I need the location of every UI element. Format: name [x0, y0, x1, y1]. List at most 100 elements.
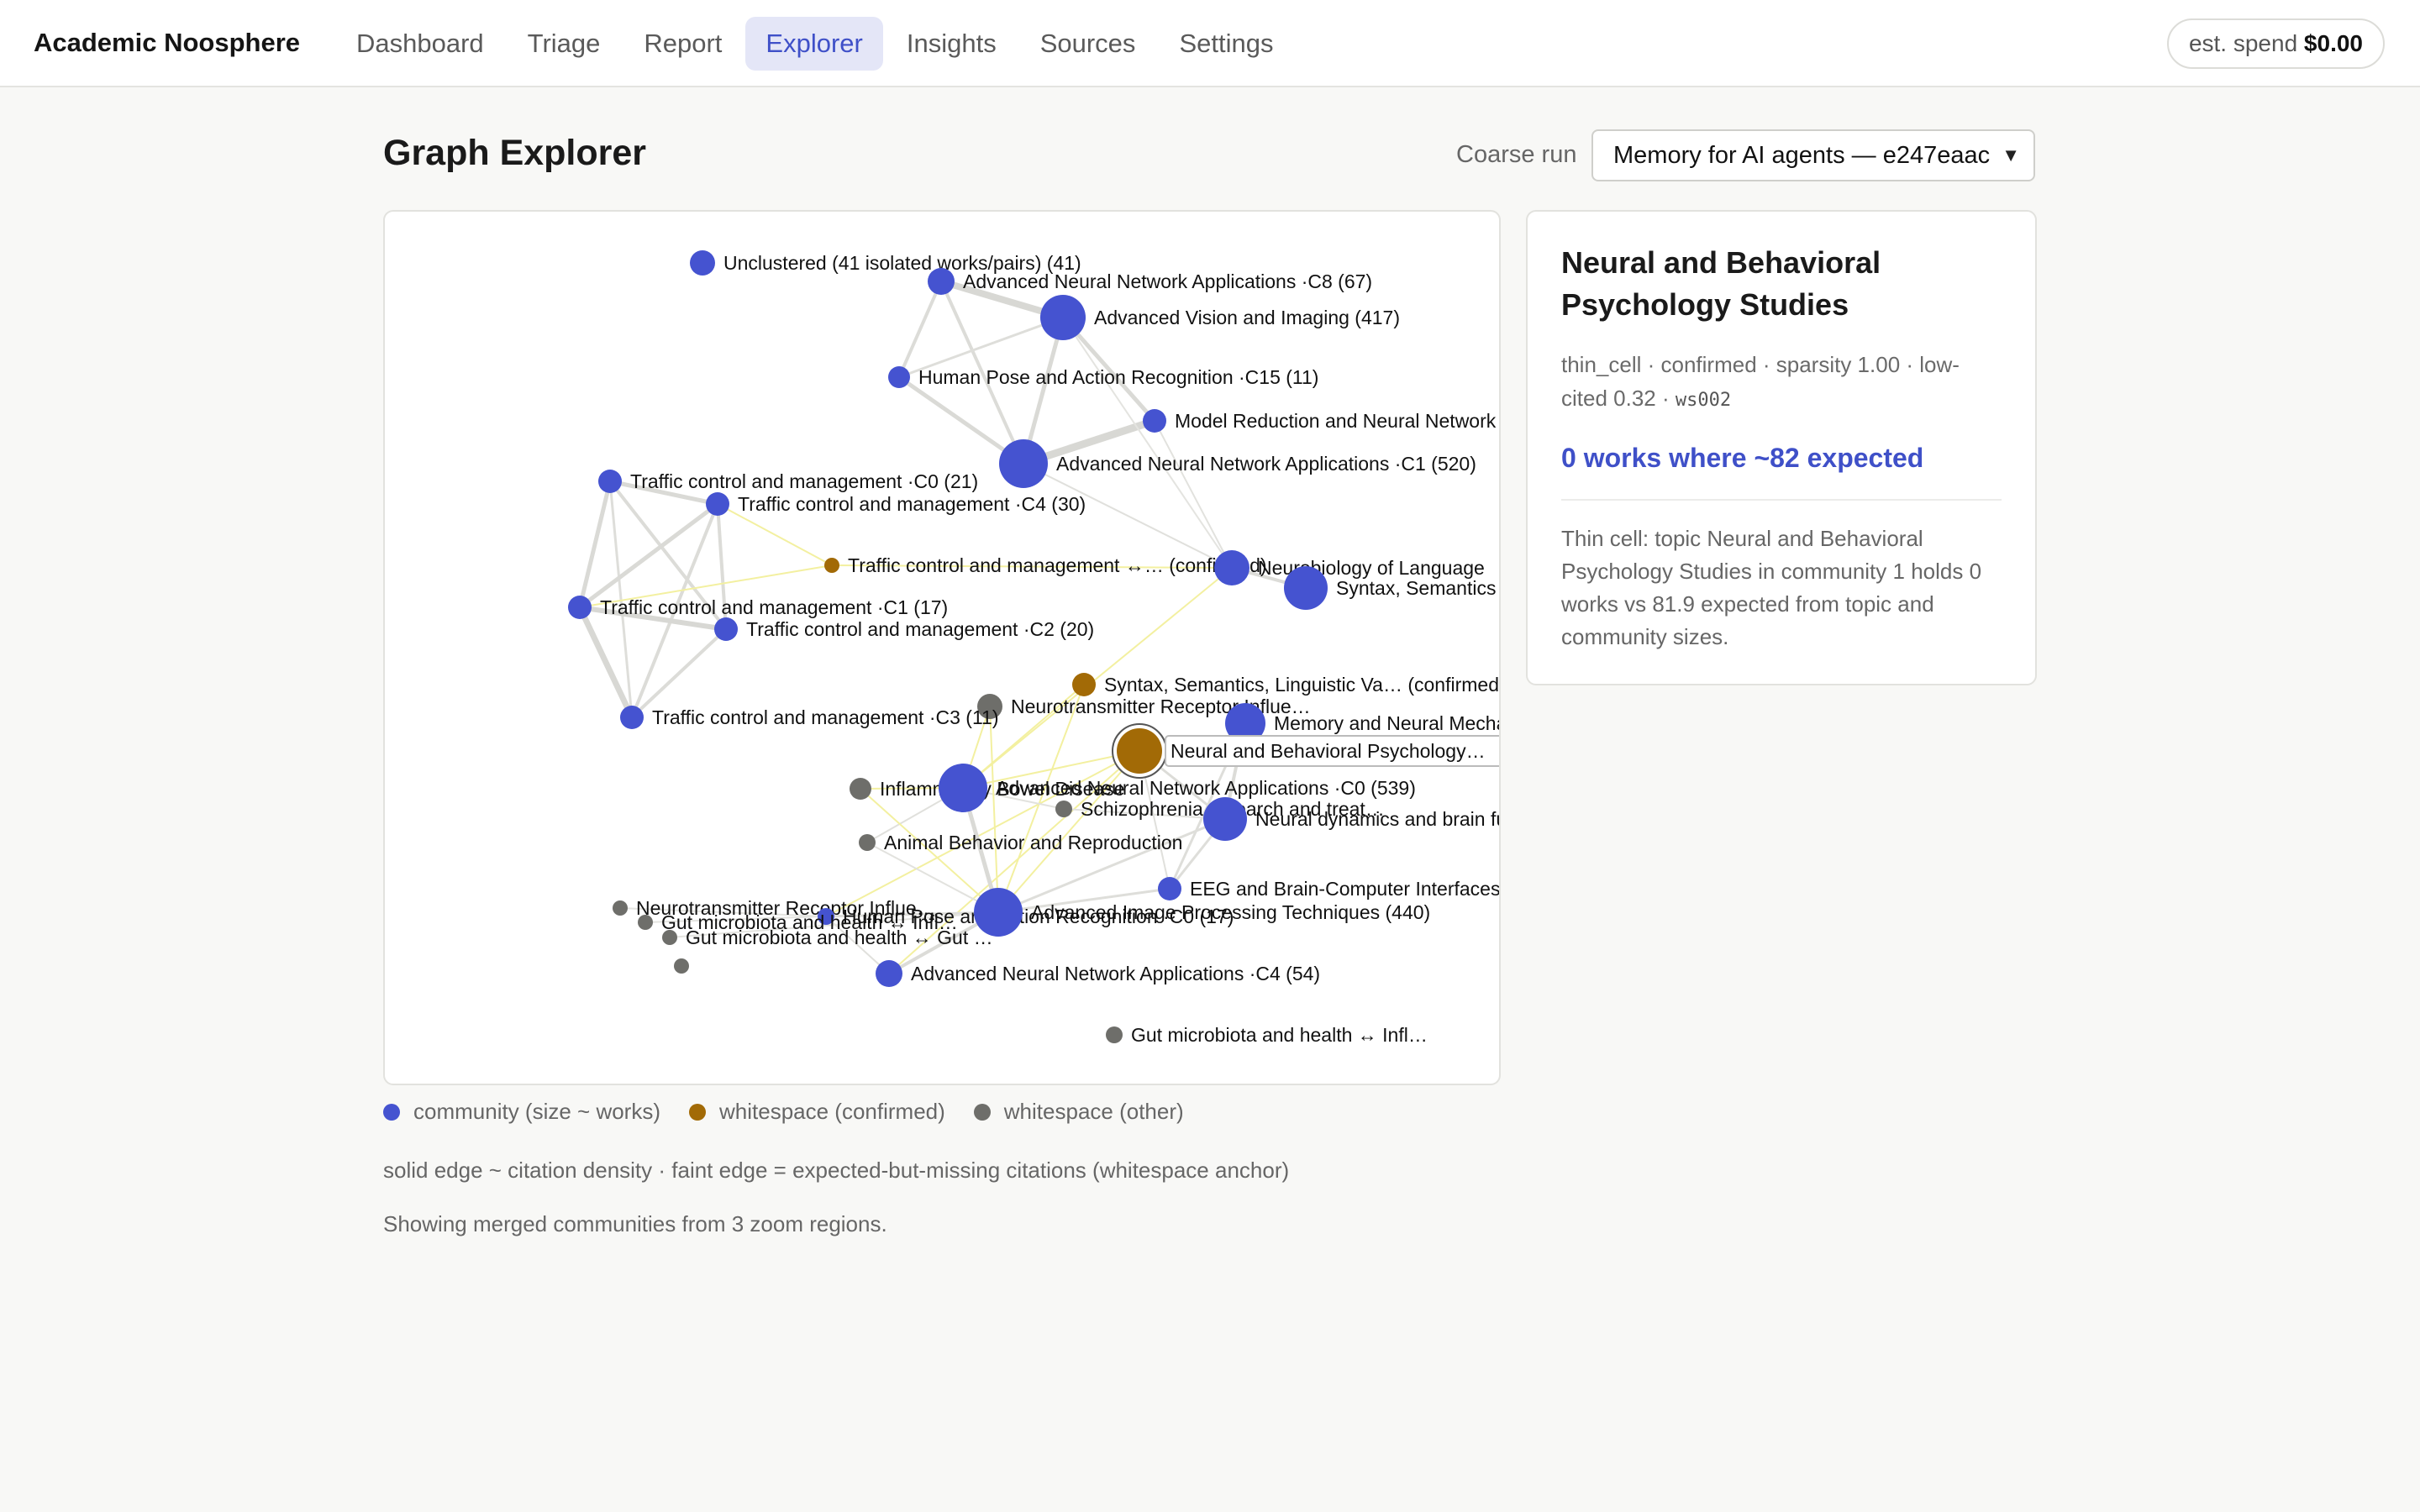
graph-canvas[interactable]: Unclustered (41 isolated works/pairs) (4… [383, 210, 1501, 1085]
node-circle[interactable] [690, 250, 715, 276]
node-circle[interactable] [1214, 550, 1249, 585]
legend-item-confirmed: whitespace (confirmed) [689, 1099, 945, 1125]
node-label: Advanced Neural Network Applications ·C0… [996, 777, 1416, 799]
node-label: Traffic control and management ·C3 (11) [652, 706, 998, 728]
detail-description: Thin cell: topic Neural and Behavioral P… [1561, 499, 2002, 654]
node-circle[interactable] [1072, 673, 1096, 696]
main-nav: Dashboard Triage Report Explorer Insight… [336, 17, 1297, 71]
node-label: Neural dynamics and brain function [1255, 808, 1499, 830]
nav-settings[interactable]: Settings [1159, 17, 1293, 71]
node-circle[interactable] [662, 930, 677, 945]
graph-node-confirmed[interactable]: Traffic control and management ↔… (confi… [824, 554, 1267, 576]
node-circle[interactable] [928, 268, 955, 295]
top-nav-bar: Academic Noosphere Dashboard Triage Repo… [0, 0, 2420, 87]
graph-node-community[interactable]: Traffic control and management ·C2 (20) [714, 617, 1094, 641]
graph-edge [897, 280, 943, 379]
node-label: Advanced Neural Network Applications ·C4… [911, 963, 1320, 984]
node-circle[interactable] [568, 596, 592, 619]
detail-title: Neural and Behavioral Psychology Studies [1561, 245, 1881, 322]
graph-node-other[interactable]: Animal Behavior and Reproduction [859, 832, 1182, 853]
graph-node-community[interactable]: Traffic control and management ·C3 (11) [620, 706, 998, 729]
node-circle[interactable] [1040, 295, 1086, 340]
detail-headline: 0 works where ~82 expected [1561, 443, 1924, 473]
node-circle[interactable] [876, 960, 902, 987]
node-label: Neurotransmitter Receptor Influe… [1011, 696, 1311, 717]
nav-explorer[interactable]: Explorer [745, 17, 883, 71]
nav-dashboard[interactable]: Dashboard [336, 17, 504, 71]
chevron-down-icon: ▼ [2002, 144, 2020, 165]
node-circle[interactable] [1117, 728, 1162, 774]
node-label: Traffic control and management ·C0 (21) [630, 470, 978, 492]
graph-node-other[interactable]: Gut microbiota and health ↔ Infl… [1106, 1024, 1428, 1046]
detail-meta: thin_cell · confirmed · sparsity 1.00 · … [1561, 348, 2002, 417]
node-label: Syntax, Semantics [1336, 577, 1496, 599]
graph-node-community[interactable]: Advanced Vision and Imaging (417) [1040, 295, 1400, 340]
detail-meta-text: thin_cell · confirmed · sparsity 1.00 · … [1561, 352, 1960, 411]
graph-node-community[interactable]: Traffic control and management ·C1 (17) [568, 596, 948, 619]
nav-triage[interactable]: Triage [508, 17, 621, 71]
node-circle[interactable] [1158, 877, 1181, 900]
legend-label: whitespace (confirmed) [719, 1099, 945, 1124]
graph-node-community[interactable]: Traffic control and management ·C4 (30) [706, 492, 1086, 516]
node-circle[interactable] [598, 470, 622, 493]
node-circle[interactable] [888, 366, 910, 388]
node-circle[interactable] [1203, 797, 1247, 841]
node-detail-panel: Neural and Behavioral Psychology Studies… [1526, 210, 2037, 685]
graph-node-community[interactable]: Traffic control and management ·C0 (21) [598, 470, 978, 493]
graph-node-other[interactable] [674, 958, 689, 974]
node-label: Human Pose and Action Recognition ·C15 (… [918, 366, 1318, 388]
nav-report[interactable]: Report [623, 17, 742, 71]
node-label: Gut microbiota and health ↔ Infl… [1131, 1024, 1428, 1046]
graph-node-community[interactable]: Model Reduction and Neural Network [1143, 409, 1497, 433]
node-label: Advanced Image Processing Techniques (44… [1031, 901, 1430, 923]
node-circle[interactable] [613, 900, 628, 916]
run-select[interactable]: Memory for AI agents — e247eaac ▼ [1591, 129, 2035, 181]
spend-badge: est. spend $0.00 [2166, 18, 2385, 69]
node-circle[interactable] [674, 958, 689, 974]
node-circle[interactable] [859, 834, 876, 851]
node-label: Model Reduction and Neural Network [1175, 410, 1497, 432]
nav-insights[interactable]: Insights [886, 17, 1017, 71]
graph-svg[interactable]: Unclustered (41 isolated works/pairs) (4… [385, 212, 1499, 1084]
graph-edge [630, 627, 728, 719]
node-label: Traffic control and management ·C1 (17) [600, 596, 948, 618]
node-circle[interactable] [620, 706, 644, 729]
legend-label: whitespace (other) [1003, 1099, 1184, 1124]
node-label: Advanced Vision and Imaging (417) [1094, 307, 1400, 328]
node-circle[interactable] [1143, 409, 1166, 433]
nav-sources[interactable]: Sources [1020, 17, 1156, 71]
app-brand[interactable]: Academic Noosphere [34, 0, 300, 86]
node-circle[interactable] [850, 778, 871, 800]
other-dot-icon [973, 1103, 991, 1121]
node-circle[interactable] [1055, 801, 1072, 817]
node-label: Memory and Neural Mechanisms [1274, 712, 1499, 734]
node-label: Neural and Behavioral Psychology… [1171, 740, 1486, 762]
edge-legend-note: solid edge ~ citation density · faint ed… [383, 1158, 1290, 1183]
node-circle[interactable] [638, 915, 653, 930]
graph-node-other[interactable]: Gut microbiota and health ↔ Gut … [662, 927, 993, 948]
node-circle[interactable] [706, 492, 729, 516]
node-circle[interactable] [999, 439, 1048, 488]
graph-node-community[interactable]: Advanced Neural Network Applications ·C8… [928, 268, 1372, 295]
graph-node-confirmed[interactable]: Syntax, Semantics, Linguistic Va… (confi… [1072, 673, 1499, 696]
node-label: Gut microbiota and health ↔ Gut … [686, 927, 993, 948]
spend-label: est. spend [2188, 30, 2298, 56]
node-circle[interactable] [939, 764, 987, 812]
node-circle[interactable] [714, 617, 738, 641]
confirmed-dot-icon [689, 1103, 706, 1121]
run-select-label: Coarse run [1456, 141, 1577, 168]
detail-meta-code: ws002 [1675, 390, 1732, 411]
graph-node-community[interactable]: Human Pose and Action Recognition ·C15 (… [888, 366, 1318, 388]
node-label: Advanced Neural Network Applications ·C1… [1056, 453, 1476, 475]
node-circle[interactable] [1284, 566, 1328, 610]
page-title: Graph Explorer [383, 133, 647, 173]
community-dot-icon [383, 1103, 400, 1121]
node-label: Traffic control and management ·C2 (20) [746, 618, 1094, 640]
node-label: Traffic control and management ↔… (confi… [848, 554, 1267, 576]
node-label: Advanced Neural Network Applications ·C8… [963, 270, 1372, 292]
node-circle[interactable] [824, 558, 839, 573]
graph-node-community[interactable]: EEG and Brain-Computer Interfaces [1158, 877, 1499, 900]
legend-item-community: community (size ~ works) [383, 1099, 660, 1125]
graph-node-community[interactable]: Advanced Neural Network Applications ·C4… [876, 960, 1320, 987]
node-circle[interactable] [1106, 1026, 1123, 1043]
